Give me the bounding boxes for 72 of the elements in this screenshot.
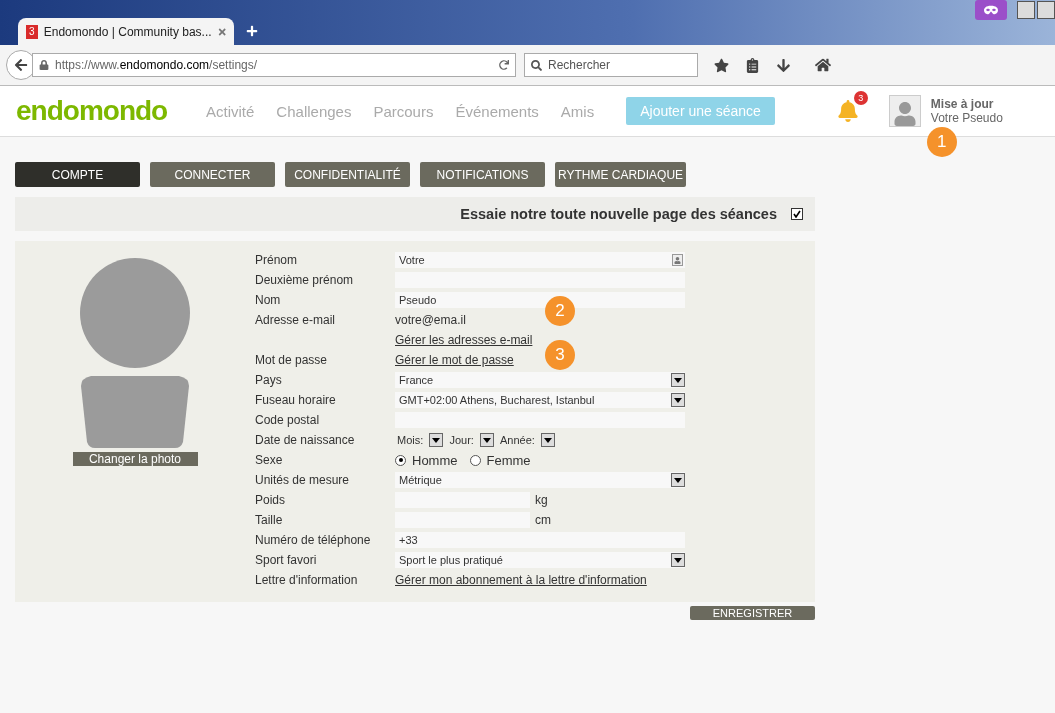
text-field[interactable]: Votre	[395, 252, 685, 268]
radio-button[interactable]	[395, 454, 406, 466]
unit-label: kg	[535, 493, 548, 507]
date-part-label: Mois:	[397, 434, 424, 446]
dropdown-field[interactable]: Sport le plus pratiqué	[395, 552, 685, 568]
search-field[interactable]: Rechercher	[524, 53, 698, 77]
checkbox[interactable]	[791, 208, 803, 220]
banner-text: Essaie notre toute nouvelle page des séances	[460, 206, 777, 222]
field-label: Date de naissance	[255, 433, 356, 447]
field-label: Fuseau horaire	[255, 393, 337, 407]
home-icon[interactable]	[815, 57, 831, 73]
dropdown-field[interactable]: France	[395, 372, 685, 388]
url-text: https://www.endomondo.com/settings/	[55, 58, 259, 72]
new-tab-icon[interactable]	[246, 25, 258, 37]
change-photo-button[interactable]: Changer la photo	[72, 452, 198, 466]
unit-label: cm	[535, 513, 551, 527]
radio-label: Femme	[486, 452, 531, 468]
clipboard-icon[interactable]	[745, 57, 760, 73]
field-label: Lettre d'information	[255, 573, 359, 587]
field-label: Numéro de téléphone	[255, 533, 372, 547]
field-label: Taille	[255, 513, 284, 527]
settings-tab[interactable]: CONNECTER	[150, 162, 275, 187]
maximize-icon[interactable]	[1037, 1, 1055, 19]
close-icon[interactable]	[217, 26, 226, 37]
field-label: Poids	[255, 493, 287, 507]
email-text: votre@ema.il	[395, 313, 466, 327]
field-label: Deuxième prénom	[255, 273, 355, 287]
tab-title: Endomondo | Community bas...	[43, 24, 212, 39]
callout-marker: 3	[545, 340, 575, 370]
avatar-icon[interactable]	[888, 95, 921, 127]
radio-label: Homme	[412, 452, 458, 468]
callout-marker: 1	[926, 127, 957, 157]
star-icon[interactable]	[714, 57, 729, 73]
reload-icon[interactable]	[499, 60, 509, 70]
field-label: Code postal	[255, 413, 321, 427]
user-status: Mise à jour	[930, 97, 995, 111]
callout-marker: 2	[545, 296, 575, 326]
settings-tab[interactable]: COMPTE	[15, 162, 140, 187]
back-arrow-icon[interactable]	[14, 58, 28, 72]
tab-favicon-badge: 3	[26, 24, 38, 39]
field-label: Pays	[255, 373, 283, 387]
field-label: Unités de mesure	[255, 473, 351, 487]
notification-badge: 3	[853, 91, 868, 105]
contact-card-icon[interactable]	[672, 254, 683, 266]
date-part-label: Jour:	[449, 434, 474, 446]
field-label: Sport favori	[255, 553, 318, 567]
field-label: Mot de passe	[255, 353, 329, 367]
manage-link[interactable]: Gérer les adresses e-mail	[395, 333, 533, 347]
private-mask-icon	[975, 0, 1007, 20]
url-field[interactable]: https://www.endomondo.com/settings/	[32, 53, 516, 77]
field-label: Adresse e-mail	[255, 313, 337, 327]
manage-link[interactable]: Gérer mon abonnement à la lettre d'information	[395, 573, 647, 587]
dropdown-field[interactable]: GMT+02:00 Athens, Bucharest, Istanbul	[395, 392, 685, 408]
bell-icon[interactable]	[836, 100, 859, 122]
download-icon[interactable]	[776, 57, 791, 73]
field-label: Prénom	[255, 253, 299, 267]
manage-link[interactable]: Gérer le mot de passe	[395, 353, 514, 367]
field-label: Sexe	[255, 453, 284, 467]
field-label: Nom	[255, 293, 282, 307]
user-name[interactable]: Votre Pseudo	[930, 111, 1003, 125]
settings-tab[interactable]: CONFIDENTIALITÉ	[285, 162, 410, 187]
text-field[interactable]: +33	[395, 532, 685, 548]
lock-icon	[39, 60, 49, 70]
browser-tab[interactable]: 3 Endomondo | Community bas...	[18, 18, 234, 45]
dropdown-field[interactable]: Métrique	[395, 472, 685, 488]
radio-button[interactable]	[469, 454, 481, 466]
settings-tab[interactable]: NOTIFICATIONS	[420, 162, 545, 187]
settings-tab[interactable]: RYTHME CARDIAQUE	[555, 162, 687, 187]
minimize-icon[interactable]	[1017, 1, 1035, 19]
save-button[interactable]: ENREGISTRER	[690, 606, 815, 620]
date-part-label: Année:	[500, 434, 535, 446]
search-icon	[531, 59, 542, 71]
